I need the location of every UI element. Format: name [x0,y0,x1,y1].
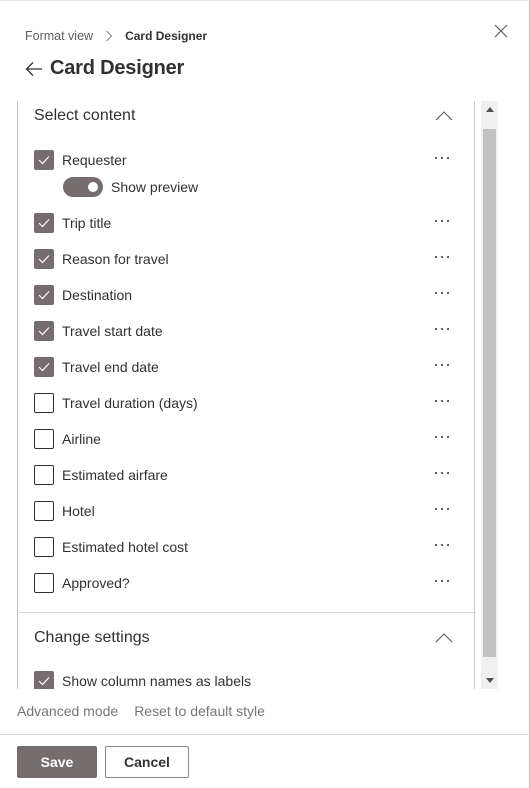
footer-links: Advanced mode Reset to default style [17,703,281,719]
list-item: Travel end date [34,356,454,378]
section-title: Select content [34,107,136,124]
item-label: Estimated hotel cost [62,539,189,555]
title-row: Card Designer [24,57,184,80]
section-header-change-settings[interactable]: Change settings [34,623,454,653]
footer-divider [0,734,530,735]
show-preview-row: Show preview [63,177,198,197]
chevron-right-icon [105,29,115,43]
checkbox-approved[interactable] [34,573,54,593]
section-title: Change settings [34,629,150,646]
more-options-button[interactable] [430,248,454,266]
breadcrumb: Format view Card Designer [25,29,207,43]
save-button[interactable]: Save [17,746,97,778]
list-item: Travel duration (days) [34,392,454,414]
more-options-button[interactable] [430,500,454,518]
chevron-up-icon[interactable] [434,109,454,123]
list-item: Requester [34,149,454,171]
item-label: Estimated airfare [62,467,168,483]
checkbox-travel-end-date[interactable] [34,357,54,377]
checkmark-icon [38,219,50,228]
section-divider [18,612,476,613]
list-item: Destination [34,284,454,306]
checkmark-icon [38,291,50,300]
back-button[interactable] [24,59,44,79]
checkbox-travel-duration[interactable] [34,393,54,413]
item-label: Airline [62,431,101,447]
more-options-button[interactable] [430,212,454,230]
scroll-up-button[interactable] [481,101,498,118]
item-label: Hotel [62,503,95,519]
more-options-button[interactable] [430,464,454,482]
list-item: Show column names as labels [34,670,454,689]
breadcrumb-format-view[interactable]: Format view [25,29,93,43]
checkbox-estimated-airfare[interactable] [34,465,54,485]
checkmark-icon [38,156,50,165]
item-label: Trip title [62,215,112,231]
list-item: Airline [34,428,454,450]
checkmark-icon [38,255,50,264]
checkbox-travel-start-date[interactable] [34,321,54,341]
close-icon [494,24,508,38]
more-options-button[interactable] [430,356,454,374]
item-label: Travel duration (days) [62,395,198,411]
chevron-up-icon[interactable] [434,631,454,645]
page-title: Card Designer [50,57,185,79]
arrow-left-icon [25,61,42,76]
more-options-button[interactable] [430,149,454,167]
cancel-button[interactable]: Cancel [105,746,189,778]
checkbox-show-column-names[interactable] [34,671,54,689]
checkbox-destination[interactable] [34,285,54,305]
item-label: Destination [62,287,133,303]
format-view-panel: Format view Card Designer Card Designer … [0,0,530,788]
scrollbar-thumb[interactable] [483,129,496,657]
more-options-button[interactable] [430,320,454,338]
toggle-knob [88,182,98,192]
list-item: Approved? [34,572,454,594]
list-item: Reason for travel [34,248,454,270]
list-item: Estimated hotel cost [34,536,454,558]
checkbox-reason-for-travel[interactable] [34,249,54,269]
list-item: Hotel [34,500,454,522]
section-header-select-content[interactable]: Select content [34,101,454,131]
item-label: Approved? [62,575,130,591]
vertical-scrollbar[interactable] [481,101,498,689]
breadcrumb-current: Card Designer [125,29,208,43]
triangle-down-icon [485,678,494,683]
list-item: Trip title [34,212,454,234]
checkbox-airline[interactable] [34,429,54,449]
item-label: Requester [62,152,127,168]
item-label: Travel end date [62,359,159,375]
checkmark-icon [38,677,50,686]
more-options-button[interactable] [430,428,454,446]
item-label: Reason for travel [62,251,169,267]
checkmark-icon [38,363,50,372]
checkbox-requester[interactable] [34,150,54,170]
close-button[interactable] [491,21,511,41]
item-label: Show column names as labels [62,673,252,689]
item-label: Travel start date [62,323,163,339]
advanced-mode-link[interactable]: Advanced mode [17,703,118,719]
toggle-label: Show preview [111,179,199,195]
checkbox-trip-title[interactable] [34,213,54,233]
scroll-down-button[interactable] [481,672,498,689]
list-item: Travel start date [34,320,454,342]
more-options-button[interactable] [430,392,454,410]
more-options-button[interactable] [430,536,454,554]
triangle-up-icon [485,107,494,112]
show-preview-toggle[interactable] [63,177,103,197]
more-options-button[interactable] [430,284,454,302]
scroll-area: Select content Requester Show preview Tr… [17,101,498,689]
checkmark-icon [38,327,50,336]
checkbox-hotel[interactable] [34,501,54,521]
reset-default-style-link[interactable]: Reset to default style [134,703,265,719]
checkbox-estimated-hotel-cost[interactable] [34,537,54,557]
more-options-button[interactable] [430,572,454,590]
list-item: Estimated airfare [34,464,454,486]
content-pane: Select content Requester Show preview Tr… [17,101,476,689]
